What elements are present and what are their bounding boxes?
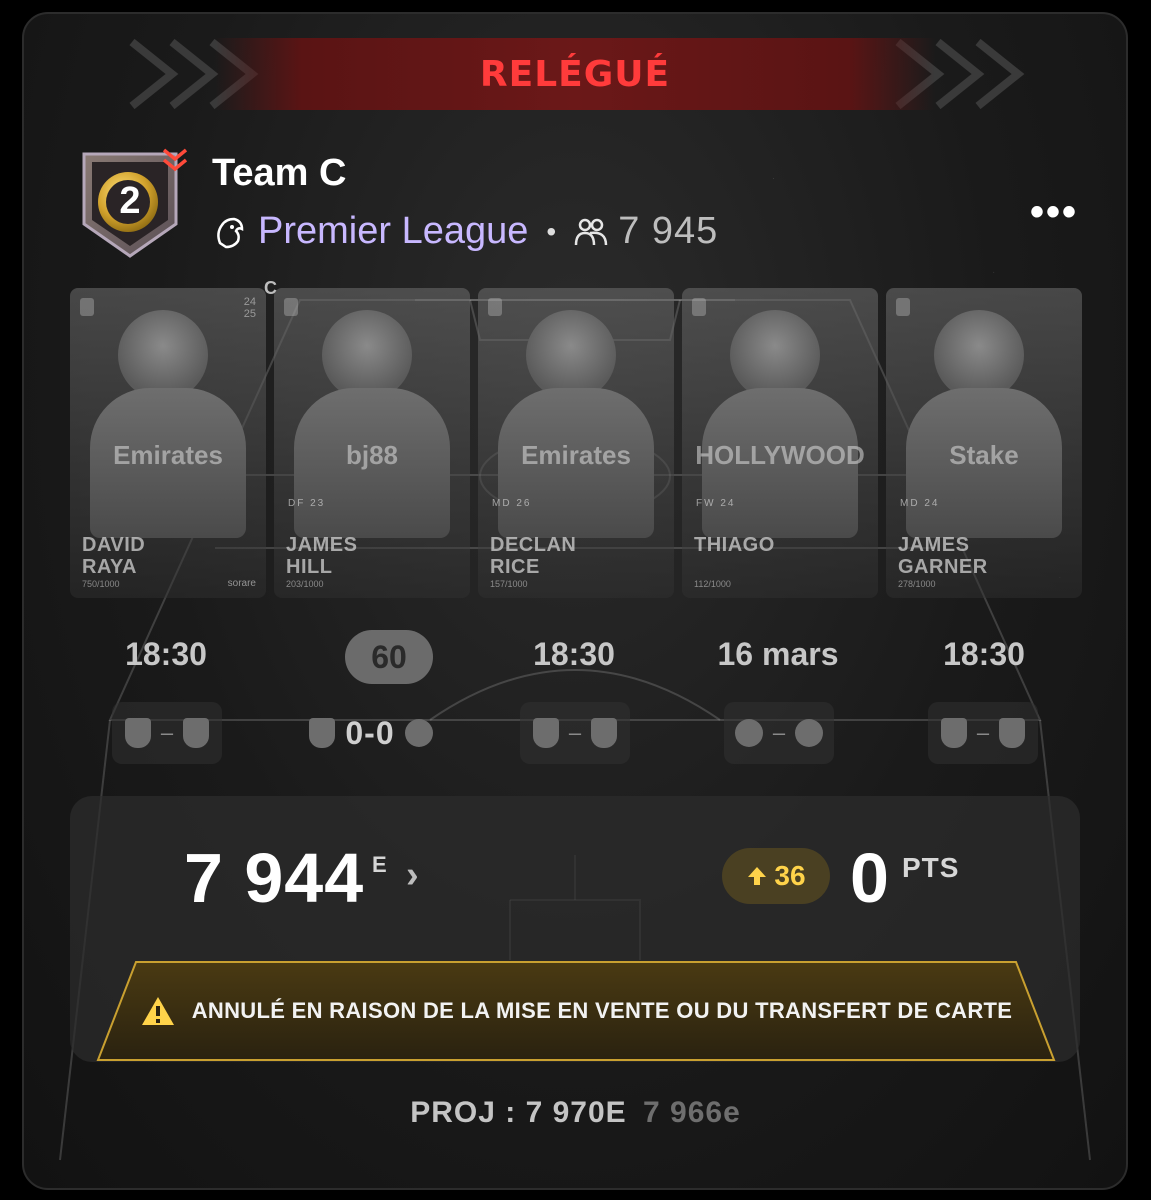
player-rating: 278/1000 bbox=[898, 579, 936, 589]
chevron-right-icon[interactable]: › bbox=[406, 854, 419, 897]
burnley-crest-icon bbox=[309, 718, 336, 748]
kit-sponsor: HOLLYWOOD bbox=[695, 440, 865, 470]
fixture-brentford-wolves[interactable]: – bbox=[724, 702, 834, 764]
club-crest-icon bbox=[896, 298, 910, 316]
player-name: DAVID RAYA bbox=[82, 534, 146, 578]
arsenal-crest-icon bbox=[124, 718, 151, 748]
player-position: DF 23 bbox=[288, 498, 326, 509]
brentford-crest-icon bbox=[734, 719, 763, 747]
fixture-arsenal-everton[interactable]: – bbox=[520, 702, 630, 764]
banner-label: RELÉGUÉ bbox=[479, 53, 671, 95]
live-minute-badge: 60 bbox=[345, 630, 433, 684]
more-options-button[interactable]: ••• bbox=[1030, 190, 1078, 235]
player-rating: 112/1000 bbox=[694, 579, 731, 589]
player-card-declan-rice[interactable]: Emirates MD 26 DECLAN RICE 157/1000 bbox=[478, 288, 674, 598]
club-crest-icon bbox=[692, 298, 706, 316]
kit-sponsor: Emirates bbox=[521, 440, 631, 470]
card-season: 24 25 bbox=[243, 296, 256, 320]
kit-sponsor: Stake bbox=[949, 440, 1019, 470]
player-name: JAMES GARNER bbox=[898, 534, 988, 578]
rank-change-badge: 36 bbox=[722, 848, 830, 904]
projection-label: PROJ : 7 970E bbox=[410, 1096, 627, 1129]
members-icon bbox=[574, 218, 608, 245]
cancellation-warning: ANNULÉ EN RAISON DE LA MISE EN VENTE OU … bbox=[96, 960, 1056, 1062]
wolves-crest-icon bbox=[795, 719, 824, 747]
player-card-james-garner[interactable]: Stake MD 24 JAMES GARNER 278/1000 bbox=[886, 288, 1082, 598]
members-count: 7 945 bbox=[618, 210, 719, 252]
player-name: DECLAN RICE bbox=[490, 534, 577, 578]
separator-dot: • bbox=[546, 215, 557, 247]
fixture-time: 18:30 bbox=[533, 636, 615, 672]
everton-crest-icon bbox=[591, 718, 618, 748]
premier-league-lion-icon bbox=[217, 217, 244, 248]
fixture-arsenal-everton[interactable]: – bbox=[928, 702, 1038, 764]
warning-icon bbox=[141, 997, 174, 1025]
arsenal-crest-icon bbox=[532, 718, 559, 748]
club-crest-icon bbox=[284, 298, 298, 316]
projection: PROJ : 7 970E 7 966e bbox=[0, 1096, 1151, 1130]
arsenal-crest-icon bbox=[940, 718, 967, 748]
kit-sponsor: bj88 bbox=[345, 440, 399, 470]
player-card-james-hill[interactable]: bj88 DF 23 JAMES HILL 203/1000 bbox=[274, 288, 470, 598]
bournemouth-crest-icon bbox=[404, 719, 433, 747]
fixture-score: – bbox=[976, 720, 990, 745]
player-card-thiago[interactable]: HOLLYWOOD FW 24 THIAGO 112/1000 bbox=[682, 288, 878, 598]
fixture-time: 18:30 bbox=[943, 636, 1025, 672]
kit-sponsor: Emirates bbox=[113, 440, 223, 470]
player-card-david-raya[interactable]: 24 25 Emirates DAVID RAYA 750/1000 sorar… bbox=[70, 288, 266, 598]
fixture-score: – bbox=[568, 720, 582, 745]
points-value: 0 bbox=[850, 839, 889, 917]
everton-crest-icon bbox=[999, 718, 1026, 748]
player-photo bbox=[526, 310, 616, 400]
fixture-time: 18:30 bbox=[125, 636, 207, 672]
relegation-chevron-icon bbox=[162, 148, 188, 172]
fixture-arsenal-everton[interactable]: – bbox=[112, 702, 222, 764]
relegation-banner: RELÉGUÉ bbox=[215, 38, 935, 110]
player-photo bbox=[322, 310, 412, 400]
league-row: Premier League • 7 945 bbox=[212, 210, 718, 253]
sorare-brand: sorare bbox=[227, 578, 256, 589]
projection-previous: 7 966e bbox=[643, 1096, 741, 1129]
club-crest-icon bbox=[80, 298, 94, 316]
player-position: MD 26 bbox=[492, 498, 532, 509]
fixture-burnley-bournemouth[interactable]: 0-0 bbox=[296, 702, 446, 764]
player-rating: 750/1000 bbox=[82, 579, 120, 589]
warning-text: ANNULÉ EN RAISON DE LA MISE EN VENTE OU … bbox=[191, 998, 1013, 1023]
everton-crest-icon bbox=[183, 718, 210, 748]
points-label: PTS bbox=[902, 852, 960, 883]
rank-suffix: E bbox=[372, 852, 387, 877]
fixture-time: 16 mars bbox=[717, 636, 839, 672]
player-rating: 203/1000 bbox=[286, 579, 324, 589]
club-crest-icon bbox=[488, 298, 502, 316]
player-position: MD 24 bbox=[900, 498, 940, 509]
team-name[interactable]: Team C bbox=[212, 152, 346, 195]
arrow-up-icon bbox=[748, 867, 767, 885]
division-number: 2 bbox=[119, 180, 141, 222]
player-position: FW 24 bbox=[696, 498, 736, 509]
rank-value[interactable]: 7 944 bbox=[184, 838, 364, 918]
player-rating: 157/1000 bbox=[490, 579, 528, 589]
fixture-score: – bbox=[772, 720, 786, 745]
fixture-score: 0-0 bbox=[345, 714, 395, 751]
player-photo bbox=[730, 310, 820, 400]
player-photo bbox=[118, 310, 208, 400]
league-name[interactable]: Premier League bbox=[258, 210, 528, 253]
fixture-score: – bbox=[160, 720, 174, 745]
player-name: THIAGO bbox=[694, 534, 775, 556]
rank-change-value: 36 bbox=[774, 860, 806, 891]
player-photo bbox=[934, 310, 1024, 400]
player-name: JAMES HILL bbox=[286, 534, 358, 578]
